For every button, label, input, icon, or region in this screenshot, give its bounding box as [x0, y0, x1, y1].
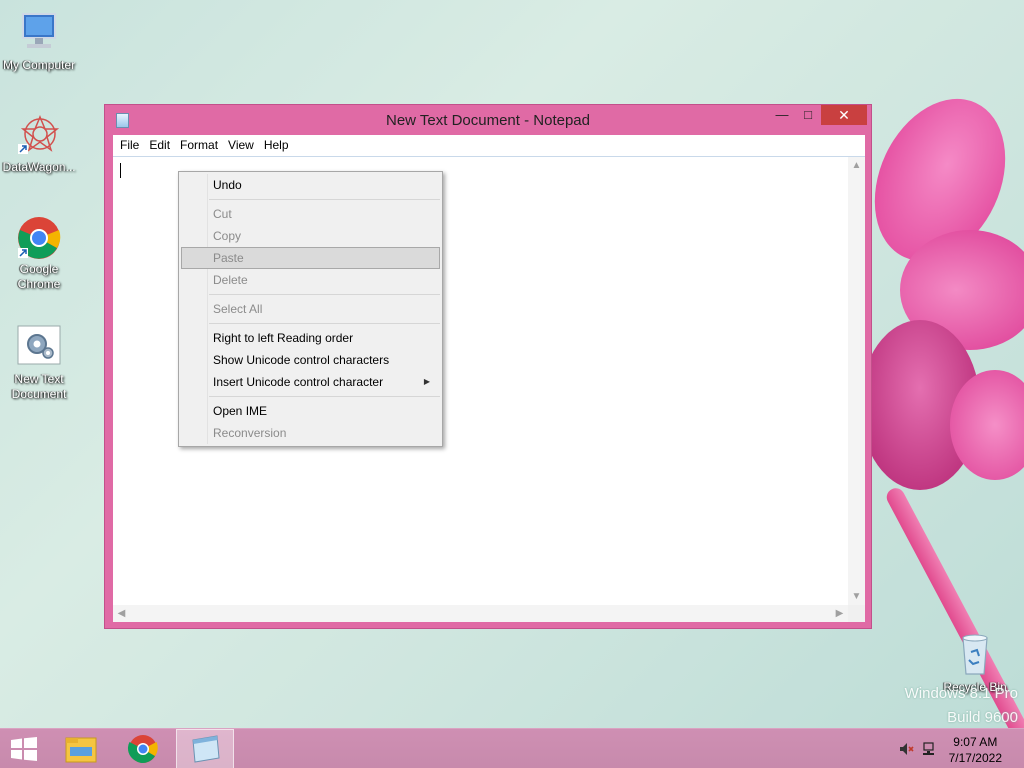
clock-time: 9:07 AM	[953, 735, 998, 749]
windows-logo-icon	[11, 737, 37, 761]
menu-bar: File Edit Format View Help	[113, 135, 865, 156]
computer-icon	[15, 10, 63, 56]
scroll-down-arrow-icon[interactable]: ▼	[848, 588, 865, 605]
vertical-scrollbar[interactable]: ▲ ▼	[848, 157, 865, 605]
menu-separator	[209, 396, 440, 397]
windows-edition-watermark: Windows 8.1 Pro	[904, 685, 1018, 702]
context-delete[interactable]: Delete	[181, 269, 440, 291]
desktop-icon-label: Document	[11, 387, 67, 401]
menu-edit[interactable]: Edit	[144, 135, 175, 156]
context-rtl-reading-order[interactable]: Right to left Reading order	[181, 327, 440, 349]
chrome-icon	[15, 214, 63, 260]
desktop-icon-datawagon[interactable]: DataWagon...	[0, 112, 78, 175]
context-insert-unicode-control[interactable]: Insert Unicode control character ▶	[181, 371, 440, 393]
context-paste[interactable]: Paste	[181, 247, 440, 269]
context-reconversion[interactable]: Reconversion	[181, 422, 440, 444]
chrome-icon	[127, 735, 158, 763]
menu-separator	[209, 199, 440, 200]
windows-build-watermark: Build 9600	[947, 709, 1018, 726]
file-explorer-icon	[65, 737, 97, 763]
datawagon-icon	[15, 112, 63, 158]
maximize-button[interactable]: □	[795, 105, 821, 125]
notepad-icon	[192, 735, 220, 763]
context-copy[interactable]: Copy	[181, 225, 440, 247]
settings-file-icon	[15, 324, 63, 370]
taskbar-notepad[interactable]	[176, 729, 234, 768]
context-show-unicode-control[interactable]: Show Unicode control characters	[181, 349, 440, 371]
menu-separator	[209, 323, 440, 324]
system-clock[interactable]: 9:07 AM 7/17/2022	[949, 734, 1002, 766]
menu-format[interactable]: Format	[175, 135, 223, 156]
taskbar-file-explorer[interactable]	[52, 729, 110, 768]
minimize-button[interactable]: —	[769, 105, 795, 125]
context-menu: Undo Cut Copy Paste Delete Select All Ri…	[178, 171, 443, 447]
menu-separator	[209, 294, 440, 295]
recycle-bin-icon	[951, 630, 999, 678]
window-title: New Text Document - Notepad	[386, 112, 590, 129]
start-button[interactable]	[10, 737, 38, 761]
desktop-icon-label: DataWagon...	[2, 160, 76, 174]
taskbar: 9:07 AM 7/17/2022	[0, 728, 1024, 768]
horizontal-scrollbar[interactable]: ◀ ▶	[113, 605, 848, 622]
context-insert-unicode-label: Insert Unicode control character	[213, 375, 384, 389]
context-select-all[interactable]: Select All	[181, 298, 440, 320]
context-undo[interactable]: Undo	[181, 174, 440, 196]
menu-file[interactable]: File	[113, 135, 144, 156]
submenu-arrow-icon: ▶	[423, 377, 430, 386]
volume-muted-icon[interactable]	[898, 741, 914, 757]
desktop-icon-my-computer[interactable]: My Computer	[0, 10, 78, 73]
clock-date: 7/17/2022	[948, 751, 1002, 765]
taskbar-chrome[interactable]	[114, 729, 172, 768]
scroll-left-arrow-icon[interactable]: ◀	[113, 605, 130, 622]
desktop-icon-label: New Text	[14, 372, 64, 386]
network-icon[interactable]	[922, 741, 938, 757]
scroll-right-arrow-icon[interactable]: ▶	[831, 605, 848, 622]
menu-help[interactable]: Help	[259, 135, 294, 156]
desktop-icon-label: Google	[19, 262, 59, 276]
menu-view[interactable]: View	[223, 135, 259, 156]
close-button[interactable]: ✕	[821, 105, 867, 125]
desktop-icon-label: Chrome	[17, 277, 61, 291]
context-open-ime[interactable]: Open IME	[181, 400, 440, 422]
text-caret	[120, 163, 121, 178]
desktop-icon-label: My Computer	[2, 58, 76, 72]
title-bar[interactable]: New Text Document - Notepad — □ ✕	[105, 105, 871, 135]
scroll-up-arrow-icon[interactable]: ▲	[848, 157, 865, 174]
context-cut[interactable]: Cut	[181, 203, 440, 225]
scrollbar-corner	[848, 605, 865, 622]
desktop-icon-google-chrome[interactable]: Google Chrome	[0, 214, 78, 292]
desktop-icon-new-text-document[interactable]: New Text Document	[0, 324, 78, 402]
